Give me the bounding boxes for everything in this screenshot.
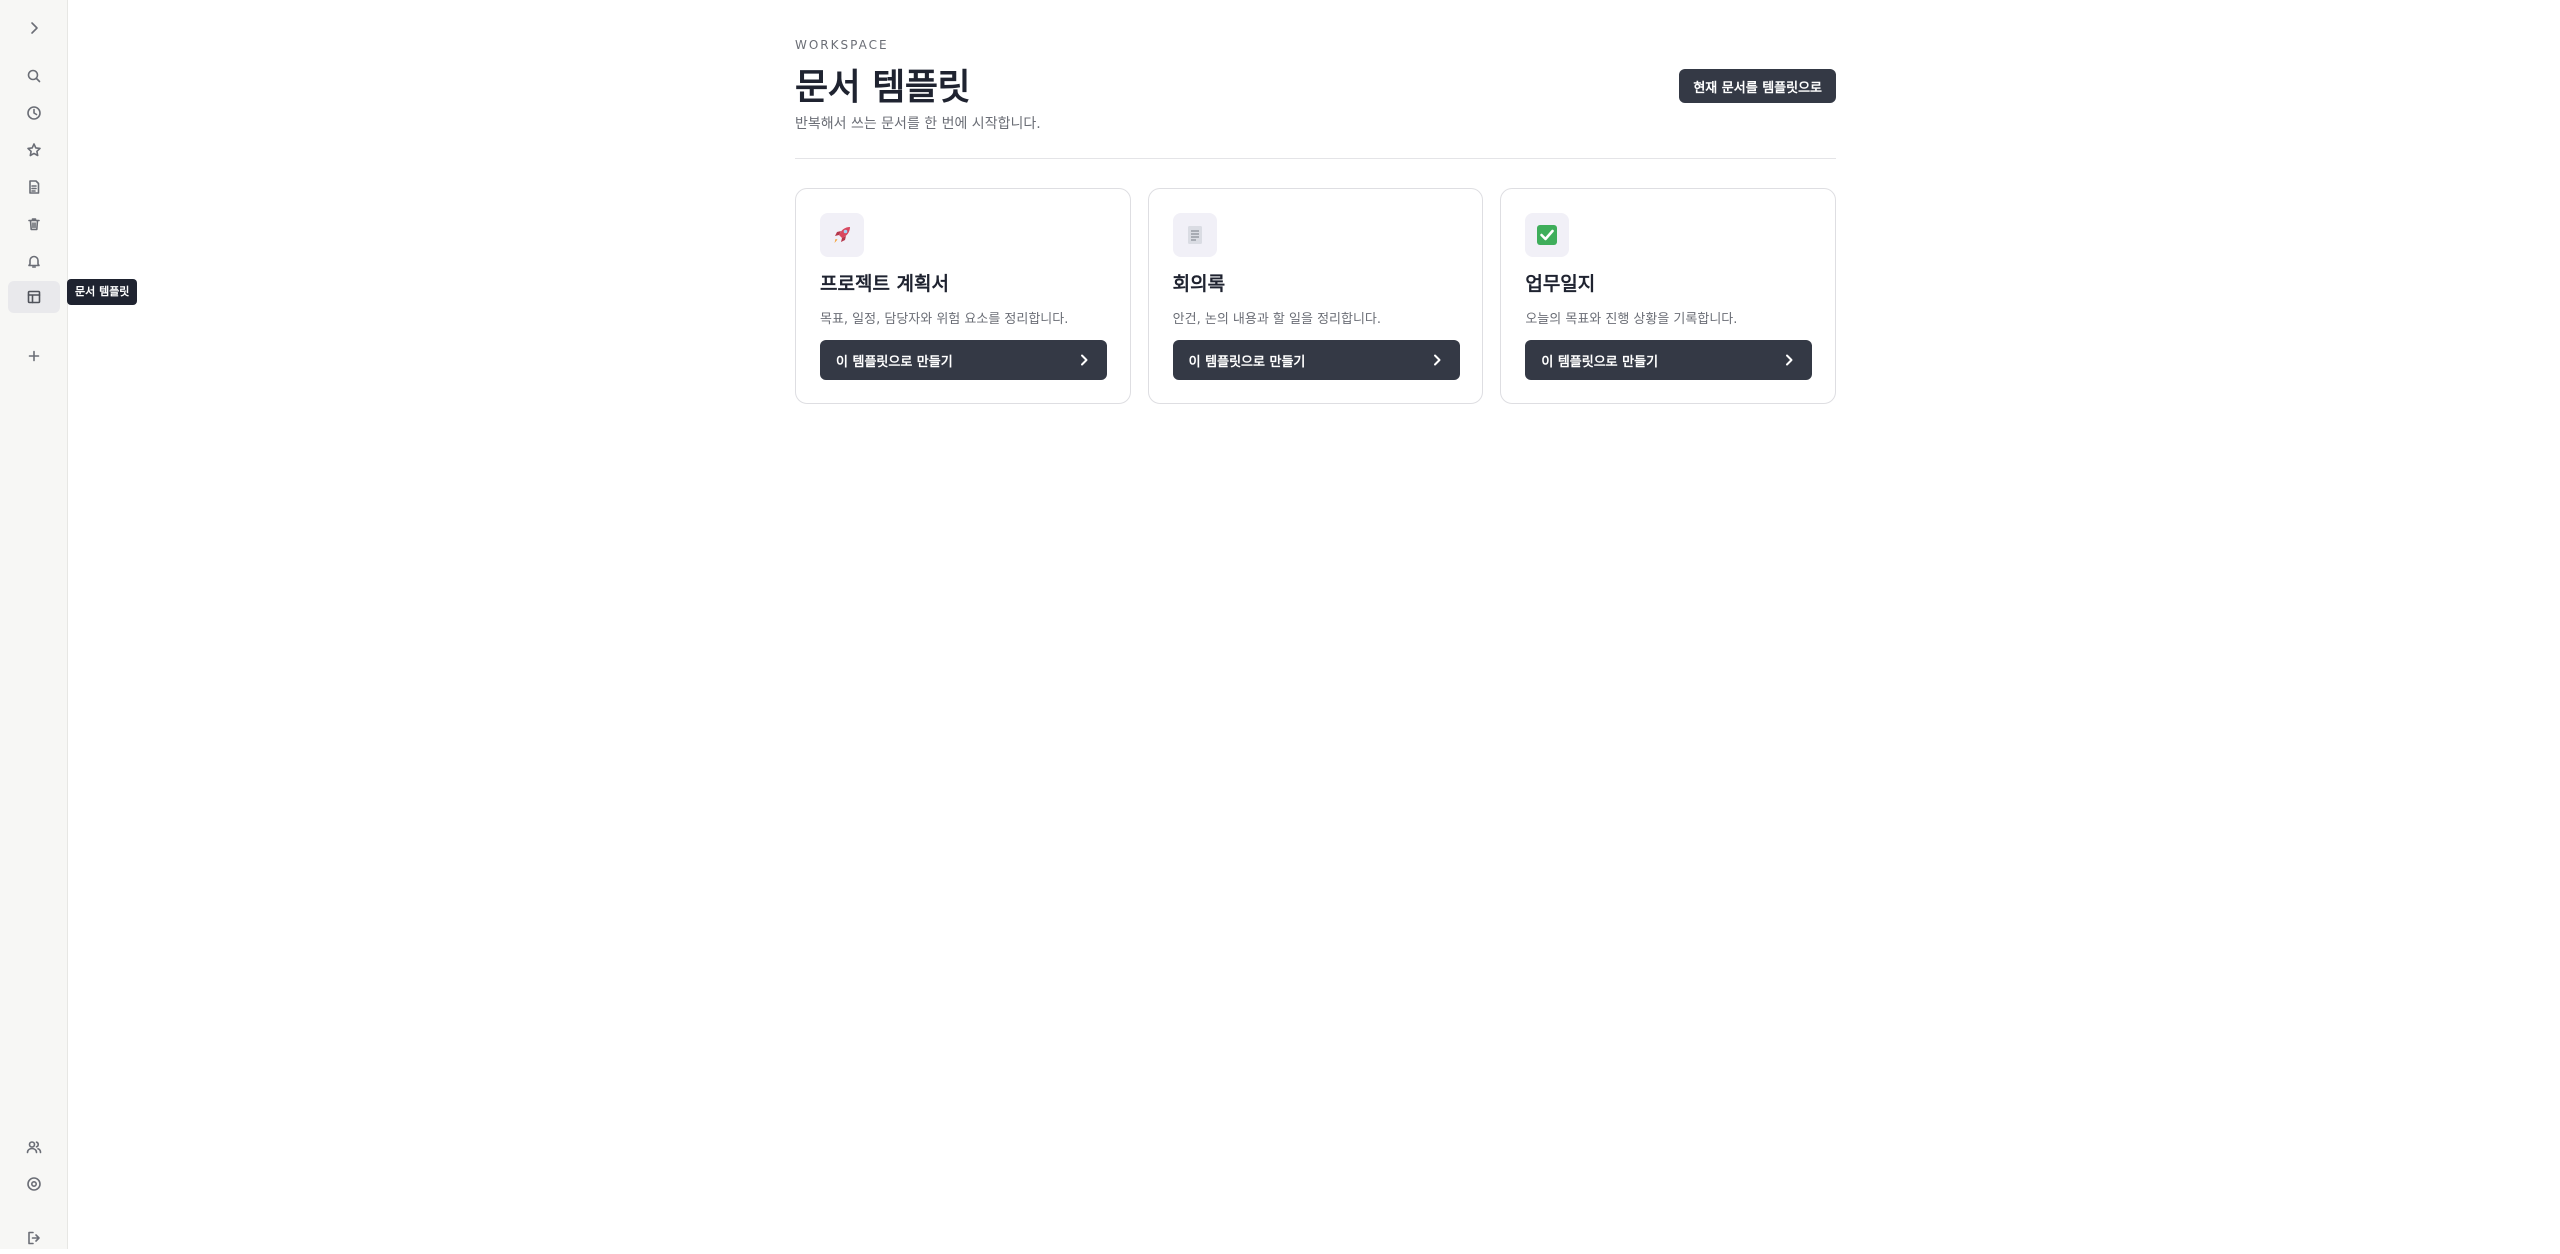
template-icon (27, 290, 41, 304)
template-description: 목표, 일정, 담당자와 위험 요소를 정리합니다. (820, 312, 1069, 327)
template-title: 프로젝트 계획서 (820, 273, 949, 295)
add-button[interactable] (8, 340, 60, 372)
documents-button[interactable] (8, 171, 60, 203)
workspace-label: WORKSPACE (795, 38, 889, 52)
settings-button[interactable] (8, 1168, 60, 1200)
templates-button[interactable] (8, 281, 60, 313)
template-card-meeting-notes: 회의록 안건, 논의 내용과 할 일을 정리합니다. 이 템플릿으로 만들기 (1147, 188, 1484, 404)
use-template-button[interactable]: 이 템플릿으로 만들기 (1525, 340, 1813, 380)
page-subtitle: 반복해서 쓰는 문서를 한 번에 시작합니다. (795, 116, 1041, 132)
notifications-button[interactable] (8, 245, 60, 277)
search-icon (27, 69, 41, 83)
settings-icon (27, 1177, 41, 1191)
chevron-right-icon (1433, 354, 1441, 366)
chevron-right-icon (1081, 354, 1088, 366)
logout-icon (28, 1231, 40, 1245)
bell-icon (28, 255, 40, 268)
document-icon (29, 180, 40, 194)
template-description: 안건, 논의 내용과 할 일을 정리합니다. (1172, 312, 1381, 327)
search-button[interactable] (8, 60, 60, 92)
clock-icon (27, 106, 41, 120)
template-card-project-plan: 프로젝트 계획서 목표, 일정, 담당자와 위험 요소를 정리합니다. 이 템플… (795, 188, 1131, 404)
use-template-button[interactable]: 이 템플릿으로 만들기 (1172, 340, 1460, 380)
templates-tooltip: 문서 템플릿 (67, 279, 138, 305)
template-title: 업무일지 (1525, 273, 1596, 295)
chevron-right-icon (1786, 354, 1793, 366)
check-icon (1525, 213, 1570, 257)
save-as-template-button[interactable]: 현재 문서를 템플릿으로 (1679, 69, 1836, 103)
template-description: 오늘의 목표와 진행 상황을 기록합니다. (1525, 312, 1738, 327)
star-icon (27, 143, 41, 157)
memo-icon (1172, 213, 1217, 257)
favorites-button[interactable] (8, 134, 60, 166)
use-template-label: 이 템플릿으로 만들기 (1188, 354, 1306, 370)
trash-icon (28, 218, 40, 231)
use-template-button[interactable]: 이 템플릿으로 만들기 (820, 340, 1107, 380)
plus-icon (28, 350, 40, 362)
expand-sidebar-button[interactable] (8, 12, 60, 44)
template-card-work-log: 업무일지 오늘의 목표와 진행 상황을 기록합니다. 이 템플릿으로 만들기 (1500, 188, 1837, 404)
template-title: 회의록 (1172, 273, 1226, 295)
users-icon (26, 1141, 42, 1154)
members-button[interactable] (8, 1131, 60, 1163)
chevron-right-icon (31, 22, 38, 34)
sidebar (0, 0, 68, 1249)
recent-button[interactable] (8, 97, 60, 129)
header-divider (795, 158, 1836, 159)
page-title: 문서 템플릿 (795, 67, 971, 108)
use-template-label: 이 템플릿으로 만들기 (836, 354, 953, 370)
template-list: 프로젝트 계획서 목표, 일정, 담당자와 위험 요소를 정리합니다. 이 템플… (795, 188, 1837, 404)
use-template-label: 이 템플릿으로 만들기 (1541, 354, 1659, 370)
logout-button[interactable] (8, 1222, 60, 1254)
rocket-icon (820, 213, 864, 257)
trash-button[interactable] (8, 208, 60, 240)
